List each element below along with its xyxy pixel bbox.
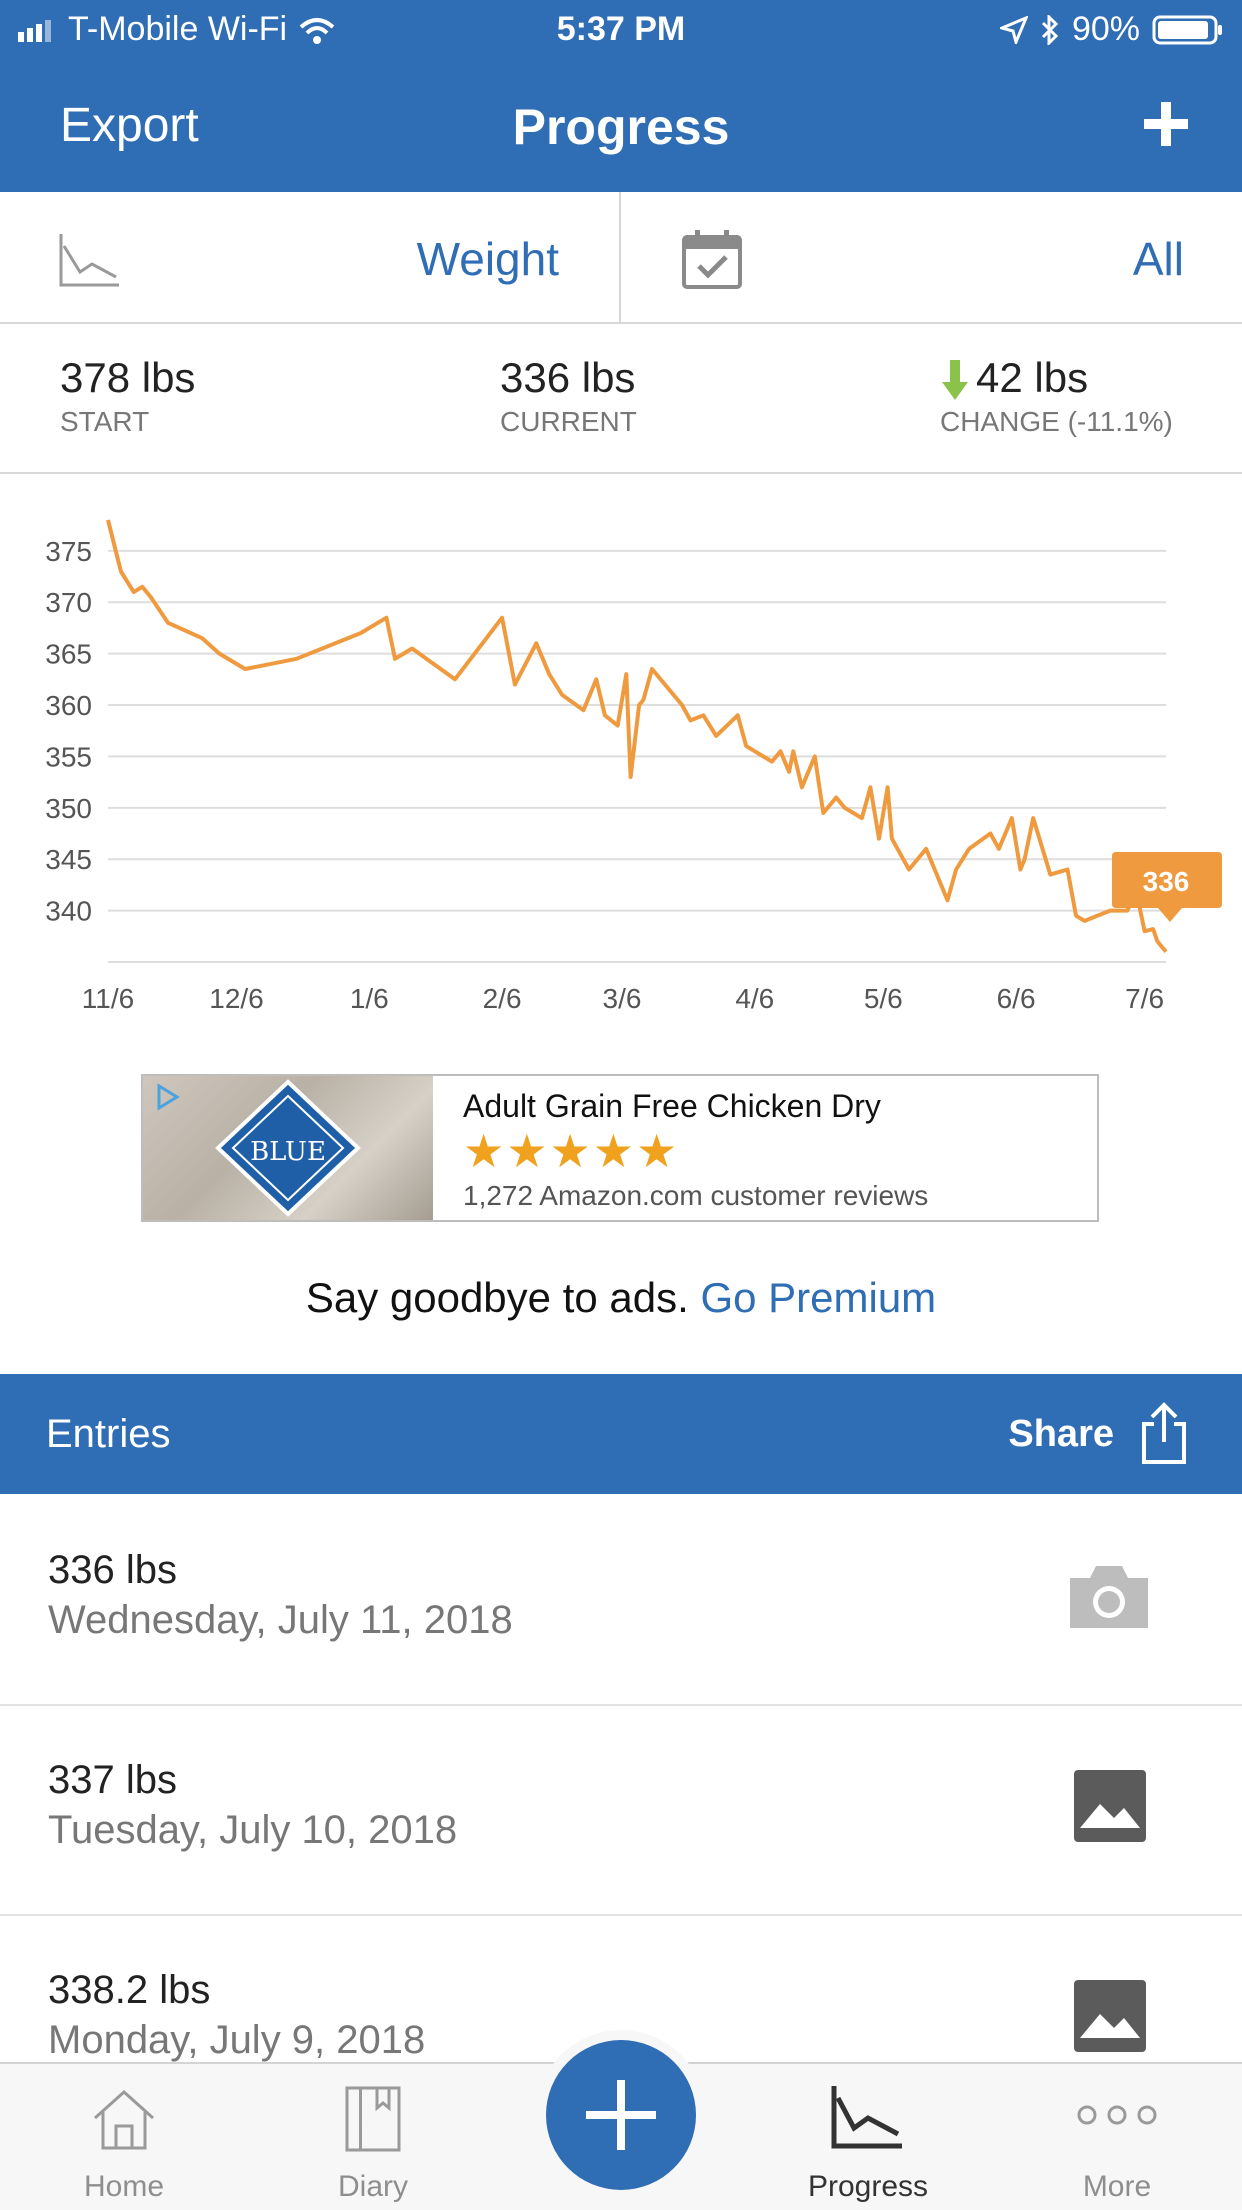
status-right: 90% (999, 10, 1224, 49)
y-tick-label: 375 (45, 536, 92, 567)
tab-label: More (1082, 2170, 1152, 2203)
start-label: START (60, 406, 150, 437)
tab-home[interactable]: Home (39, 2064, 209, 2210)
ad-image: BLUE (143, 1076, 433, 1220)
current-value: 336 lbs (500, 354, 636, 401)
entries-title: Entries (46, 1412, 171, 1456)
tab-label: Progress (807, 2170, 929, 2203)
x-tick-label: 5/6 (864, 983, 903, 1014)
bluetooth-icon (1041, 14, 1059, 45)
entry-weight: 336 lbs (48, 1548, 177, 1592)
photo-icon[interactable] (1074, 1980, 1146, 2052)
start-value: 378 lbs (60, 354, 196, 401)
plus-icon (1144, 102, 1188, 146)
premium-text: Say goodbye to ads. (305, 1274, 689, 1321)
book-icon (345, 2086, 401, 2152)
x-tick-label: 3/6 (603, 983, 642, 1014)
range-label: All (1132, 233, 1184, 285)
metric-label: Weight (416, 233, 559, 285)
current-summary: 336 lbs CURRENT (500, 354, 637, 438)
battery-icon (1152, 15, 1222, 44)
entry-weight: 338.2 lbs (48, 1968, 211, 2012)
y-tick-label: 360 (45, 690, 92, 721)
chart-selector: Weight All (0, 192, 1242, 324)
x-tick-label: 4/6 (735, 983, 774, 1014)
metric-selector[interactable]: Weight (0, 192, 621, 322)
x-tick-label: 12/6 (209, 983, 264, 1014)
current-label: CURRENT (500, 406, 637, 437)
y-tick-label: 350 (45, 793, 92, 824)
quick-add-button[interactable] (546, 2040, 696, 2190)
weight-chart: 375 370 365 360 355 350 345 340 11/6 12/6 1/6 2/6 3/… (0, 500, 1242, 1040)
arrow-down-icon (942, 360, 968, 400)
y-tick-label: 340 (45, 896, 92, 927)
brand-logo: BLUE (215, 1079, 361, 1217)
weight-chart-svg: 375 370 365 360 355 350 345 340 11/6 12/6 1/6 2/6 3/… (45, 519, 1222, 1014)
entry-date: Monday, July 9, 2018 (48, 2018, 426, 2062)
ad-reviews: 1,272 Amazon.com customer reviews (463, 1180, 929, 1211)
page-title: Progress (512, 99, 730, 155)
ad-rating-stars: ★★★★★ (463, 1125, 680, 1177)
entries-header: Entries Share (0, 1374, 1242, 1494)
tab-label: Diary (337, 2170, 408, 2203)
location-icon (999, 15, 1028, 44)
entry-date: Wednesday, July 11, 2018 (48, 1598, 513, 1642)
x-tick-label: 11/6 (82, 983, 134, 1014)
plus-icon (586, 2080, 656, 2150)
more-icon (1077, 2105, 1157, 2125)
battery-percent: 90% (1071, 10, 1140, 48)
home-icon (93, 2089, 155, 2150)
tab-more[interactable]: More (1032, 2064, 1202, 2210)
tab-progress[interactable]: Progress (783, 2064, 953, 2210)
ad-banner[interactable]: BLUE Adult Grain Free Chicken Dry ★★★★★ … (141, 1074, 1099, 1222)
go-premium-link[interactable]: Go Premium (700, 1274, 936, 1321)
add-button[interactable] (1142, 86, 1190, 158)
change-value: 42 lbs (976, 354, 1089, 401)
x-tick-label: 6/6 (997, 983, 1036, 1014)
callout-label: 336 (1143, 866, 1190, 897)
chart-icon (59, 234, 119, 287)
share-label: Share (1008, 1412, 1114, 1455)
status-bar: T-Mobile Wi-Fi 5:37 PM 90% (0, 0, 1242, 60)
app-header: T-Mobile Wi-Fi 5:37 PM 90% Export Progre… (0, 0, 1242, 192)
y-tick-label: 355 (45, 741, 92, 772)
photo-icon[interactable] (1074, 1770, 1146, 1842)
weight-summary: 378 lbs START 336 lbs CURRENT 42 lbs CHA… (0, 324, 1242, 474)
change-label: CHANGE (-11.1%) (940, 406, 1173, 437)
y-tick-label: 370 (45, 587, 92, 618)
nav-bar: Export Progress (0, 80, 1242, 180)
x-tick-label: 1/6 (350, 983, 389, 1014)
entry-weight: 337 lbs (48, 1758, 177, 1802)
start-summary: 378 lbs START (60, 354, 195, 438)
camera-icon[interactable] (1066, 1562, 1152, 1632)
calendar-icon (682, 230, 742, 289)
x-tick-label: 2/6 (483, 983, 522, 1014)
x-tick-label: 7/6 (1125, 983, 1164, 1014)
range-selector[interactable]: All (621, 192, 1242, 322)
change-summary: 42 lbs CHANGE (-11.1%) (940, 354, 1173, 438)
y-tick-label: 365 (45, 639, 92, 670)
weight-series-line (106, 519, 1168, 953)
entry-row[interactable]: 337 lbs Tuesday, July 10, 2018 (0, 1704, 1242, 1916)
tab-label: Home (83, 2170, 165, 2203)
entry-row[interactable]: 336 lbs Wednesday, July 11, 2018 (0, 1494, 1242, 1706)
share-button[interactable]: Share (1008, 1402, 1190, 1466)
brand-logo-text: BLUE (250, 1137, 326, 1167)
premium-promo: Say goodbye to ads. Go Premium (0, 1274, 1242, 1322)
y-tick-label: 345 (45, 844, 92, 875)
entry-date: Tuesday, July 10, 2018 (48, 1808, 458, 1852)
adchoices-icon[interactable] (153, 1082, 183, 1112)
share-icon (1142, 1402, 1186, 1464)
ad-title: Adult Grain Free Chicken Dry (463, 1088, 881, 1124)
tab-diary[interactable]: Diary (288, 2064, 458, 2210)
chart-icon (831, 2086, 902, 2149)
